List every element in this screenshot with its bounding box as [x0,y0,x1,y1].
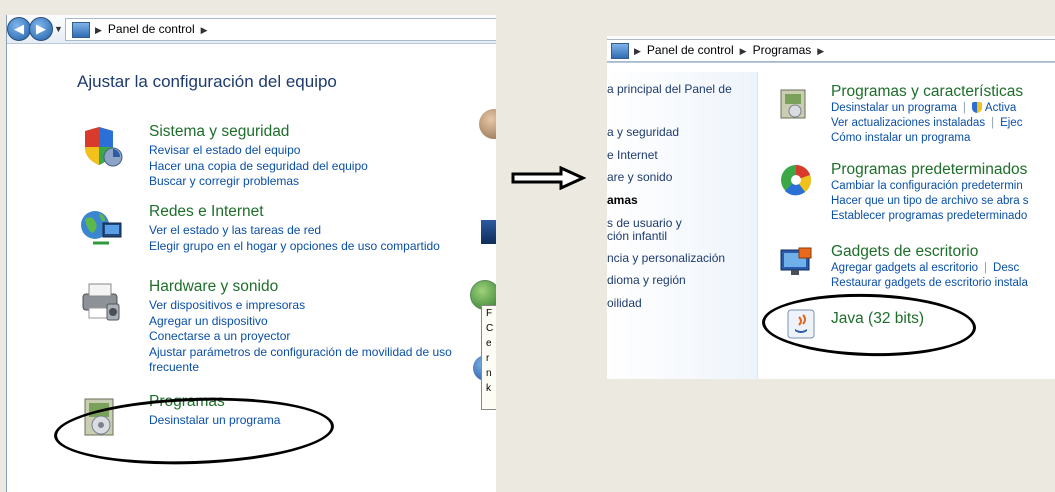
link[interactable]: Agregar gadgets al escritorio [831,262,978,274]
category-default-programs: Programas predeterminados Cambiar la con… [831,161,1029,224]
highlight-ellipse [761,291,977,359]
tooltip-text: F [486,308,493,319]
nav-item[interactable]: ncia y personalización [607,251,725,265]
address-bar: ▶ Panel de control ▶ Programas ▶ [607,36,1055,63]
programs-features-icon [780,89,806,119]
nav-item[interactable]: are y sonido [607,170,672,184]
appearance-icon [481,220,496,244]
breadcrumb-control-panel[interactable]: Panel de control [643,43,738,57]
nav-item[interactable]: a principal del Panel de [607,82,732,96]
link[interactable]: Cambiar la configuración predetermin [831,180,1023,192]
link[interactable]: Ver el estado y las tareas de red [149,223,469,239]
link[interactable]: Ver actualizaciones instaladas [831,117,985,129]
gadgets-icon [780,247,812,275]
link[interactable]: Hacer que un tipo de archivo se abra s [831,195,1029,207]
address-bar: ◀ ▶ ▼ ▶ Panel de control ▶ [7,15,496,44]
page-title: Ajustar la configuración del equipo [77,72,337,91]
printer-icon [82,283,120,321]
tooltip-text: e [486,338,492,349]
nav-item-current: amas [607,193,638,207]
link[interactable]: Revisar el estado del equipo [149,143,469,159]
address-field[interactable]: ▶ Panel de control ▶ Programas ▶ [607,39,1055,62]
control-panel-icon [611,42,629,59]
programs-window: ▶ Panel de control ▶ Programas ▶ a principal… [607,36,1055,379]
user-accounts-icon [479,109,496,139]
network-icon [81,211,122,245]
category-desktop-gadgets: Gadgets de escritorio Agregar gadgets al… [831,243,1028,289]
nav-item[interactable]: oilidad [607,296,642,310]
link[interactable]: Ajustar parámetros de configuración de m… [149,345,459,376]
link[interactable]: Desinstalar un programa [831,102,957,114]
tooltip-text: k [486,383,491,394]
link[interactable]: Elegir grupo en el hogar y opciones de u… [149,239,449,255]
shield-icon [85,127,123,167]
forward-icon[interactable]: ▶ [29,17,53,41]
link[interactable]: Desc [993,262,1019,274]
recent-pages-chevron-icon[interactable]: ▼ [54,24,63,34]
link[interactable]: Hacer una copia de seguridad del equipo [149,159,469,175]
link[interactable]: Agregar un dispositivo [149,314,469,330]
link[interactable]: Buscar y corregir problemas [149,174,469,190]
link[interactable]: Establecer programas predeterminado [831,210,1027,222]
control-panel-icon [72,21,90,38]
link[interactable]: Ver dispositivos e impresoras [149,298,469,314]
link[interactable]: Cómo instalar un programa [831,132,970,144]
breadcrumb-control-panel[interactable]: Panel de control [104,22,199,36]
category-title[interactable]: Gadgets de escritorio [831,243,1028,261]
control-panel-window: ◀ ▶ ▼ ▶ Panel de control ▶ Ajustar la conf… [6,15,496,492]
uac-shield-icon [971,102,982,114]
tooltip-text: n [486,368,492,379]
nav-item[interactable]: dioma y región [607,273,686,287]
nav-item[interactable]: e Internet [607,148,658,162]
tooltip: F C e r n k [481,305,496,410]
address-field[interactable]: ▶ Panel de control ▶ [65,18,496,41]
link[interactable]: Activa [985,102,1016,114]
breadcrumb-programs[interactable]: Programas [749,43,816,57]
navigation-pane: a principal del Panel de a y seguridad e… [607,72,758,379]
link[interactable]: Restaurar gadgets de escritorio instala [831,277,1028,289]
category-title[interactable]: Redes e Internet [149,203,264,221]
default-programs-icon [781,165,811,196]
nav-item[interactable]: ción infantil [607,229,667,243]
category-title[interactable]: Programas predeterminados [831,161,1029,179]
nav-item[interactable]: s de usuario y [607,216,682,230]
back-icon[interactable]: ◀ [7,17,31,41]
tooltip-text: r [486,353,490,364]
nav-item[interactable]: a y seguridad [607,125,679,139]
category-title[interactable]: Programas y características [831,83,1023,101]
tooltip-text: C [486,323,494,334]
arrow-right-icon [511,166,586,190]
category-programs-features: Programas y características Desinstalar … [831,83,1024,144]
link[interactable]: Ejec [1000,117,1022,129]
link[interactable]: Conectarse a un proyector [149,329,469,345]
category-title[interactable]: Hardware y sonido [149,278,278,296]
category-title[interactable]: Sistema y seguridad [149,123,289,141]
